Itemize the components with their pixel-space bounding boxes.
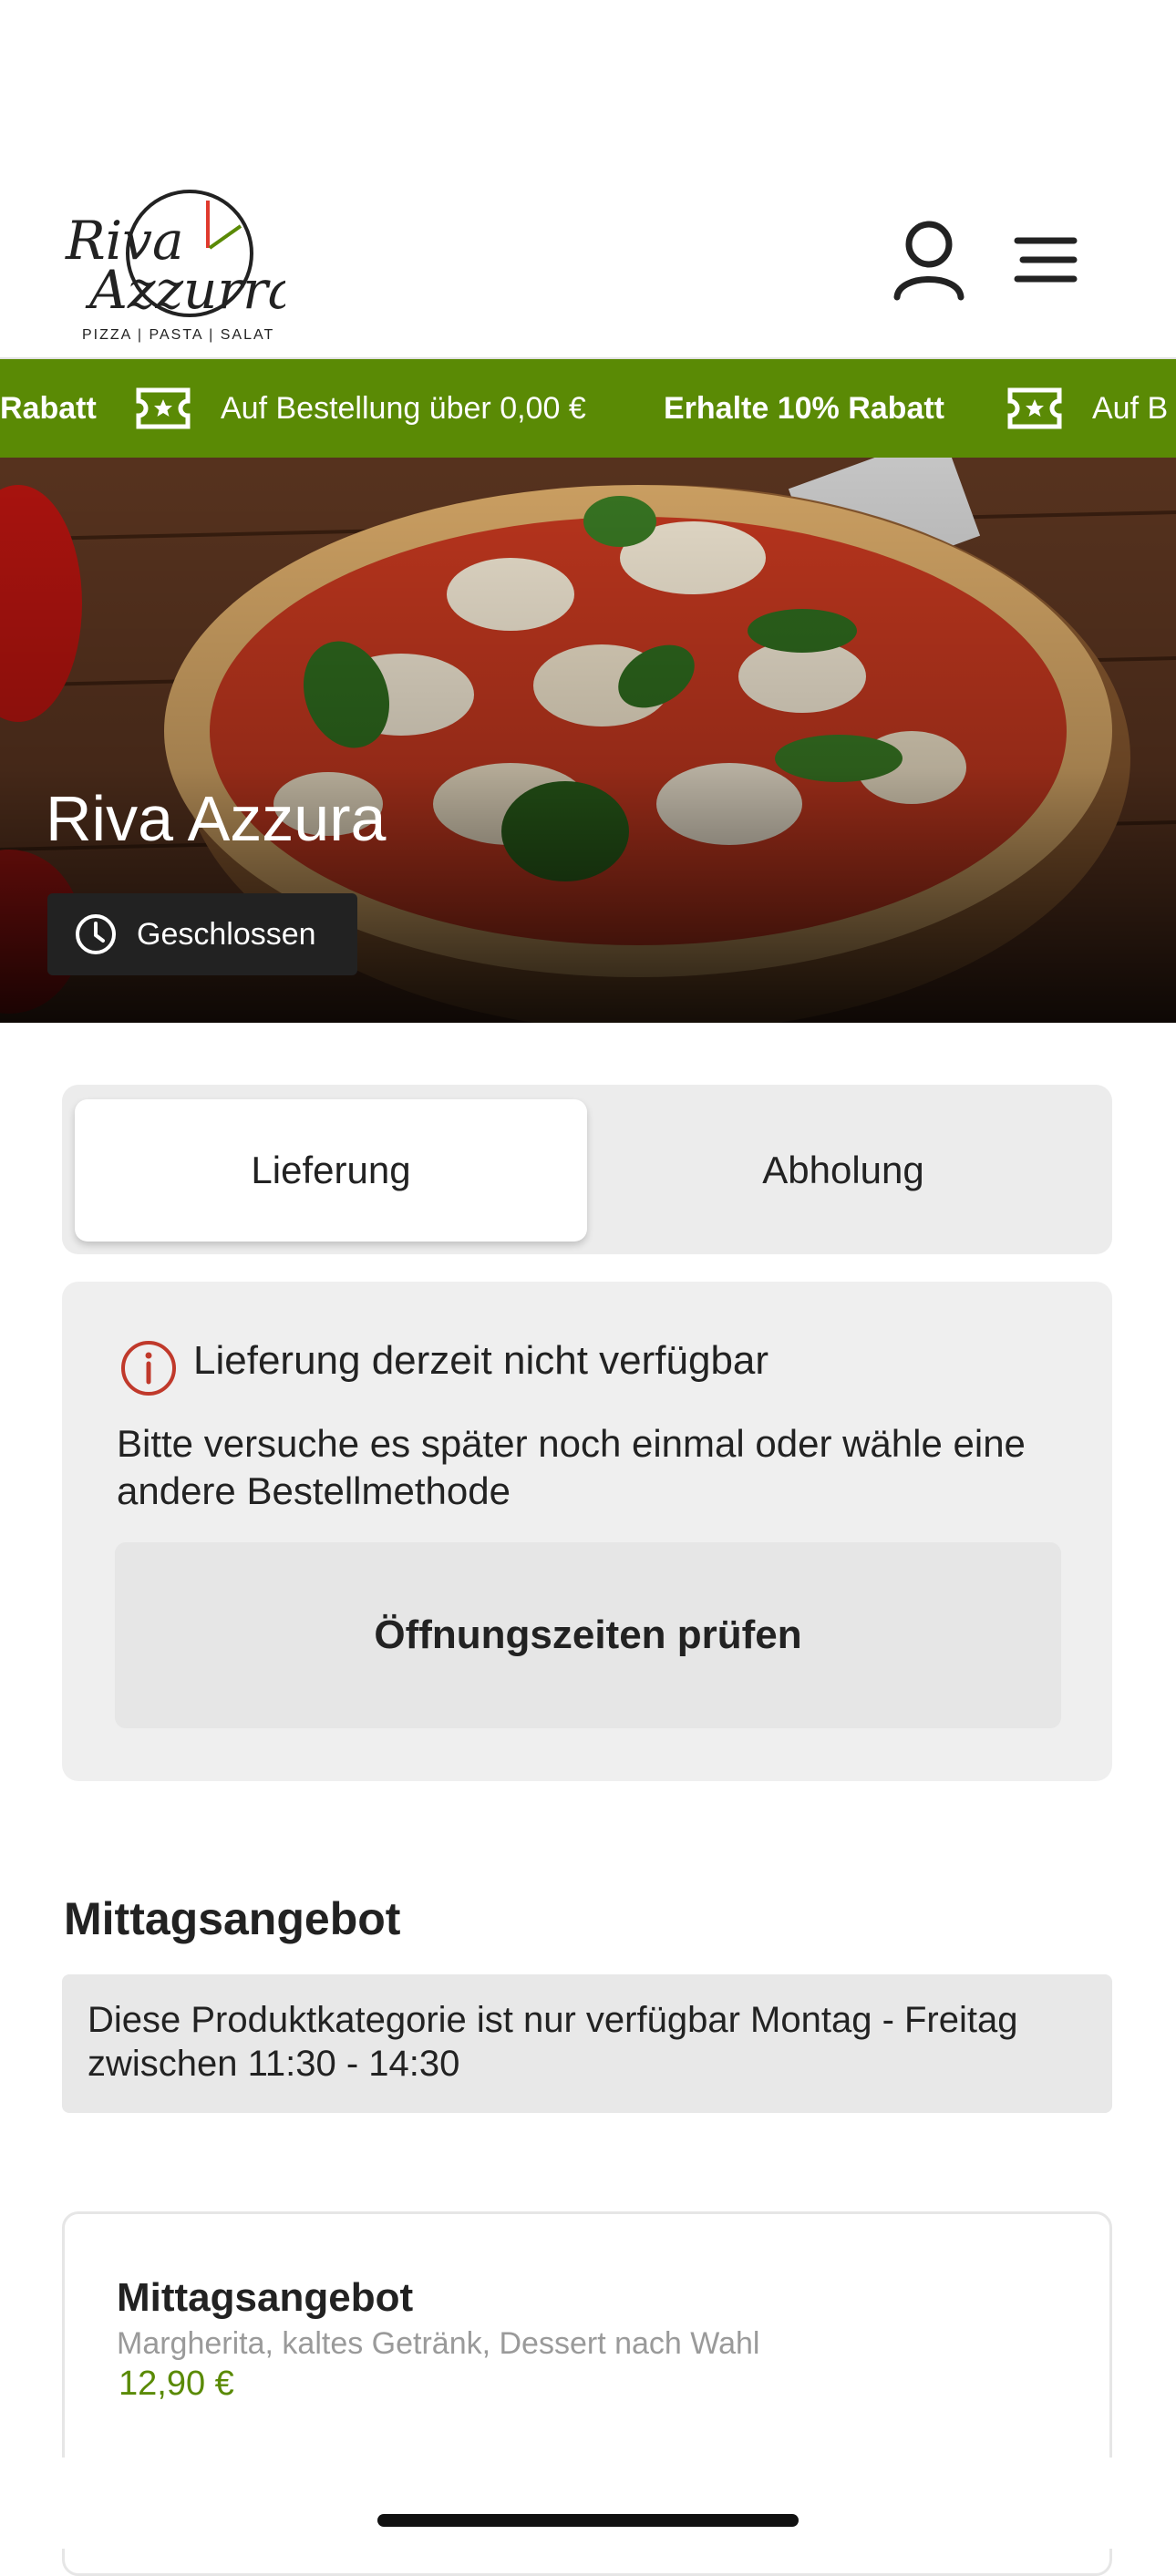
order-mode-toggle: Lieferung Abholung xyxy=(62,1085,1112,1254)
tab-delivery[interactable]: Lieferung xyxy=(75,1099,587,1242)
ticket-icon xyxy=(136,387,191,429)
product-description: Margherita, kaltes Getränk, Dessert nach… xyxy=(117,2326,760,2361)
clock-icon xyxy=(76,914,116,954)
ticket-icon xyxy=(1007,387,1062,429)
promo-text: Auf B xyxy=(1092,391,1169,426)
promo-text: Auf Bestellung über 0,00 € xyxy=(221,391,586,426)
category-title: Mittagsangebot xyxy=(64,1893,401,1944)
status-label: Geschlossen xyxy=(137,917,316,952)
status-badge: Geschlossen xyxy=(47,893,357,975)
brand-logo[interactable]: Riva Azzurra PIZZA | PASTA | SALAT xyxy=(62,182,285,345)
restaurant-name: Riva Azzura xyxy=(46,783,387,854)
category-availability-info: Diese Produktkategorie ist nur verfügbar… xyxy=(62,1974,1112,2113)
check-opening-hours-button[interactable]: Öffnungszeiten prüfen xyxy=(115,1542,1061,1728)
svg-text:Azzurra: Azzurra xyxy=(85,259,285,321)
product-name: Mittagsangebot xyxy=(117,2275,414,2320)
app-header: Riva Azzurra PIZZA | PASTA | SALAT xyxy=(0,0,1176,359)
home-indicator[interactable] xyxy=(377,2514,799,2527)
user-account-icon[interactable] xyxy=(892,219,966,301)
product-price: 12,90 € xyxy=(119,2365,234,2403)
notice-text: Bitte versuche es später noch einmal ode… xyxy=(117,1422,1026,1512)
promo-text: Rabatt xyxy=(0,391,97,426)
svg-text:PIZZA | PASTA | SALAT: PIZZA | PASTA | SALAT xyxy=(82,327,274,343)
hamburger-menu-icon[interactable] xyxy=(1014,233,1078,286)
category-availability-text: Diese Produktkategorie ist nur verfügbar… xyxy=(88,2000,1018,2084)
promo-text: Erhalte 10% Rabatt xyxy=(664,391,944,426)
alert-info-icon xyxy=(121,1341,176,1396)
notice-title: Lieferung derzeit nicht verfügbar xyxy=(193,1338,769,1383)
tab-pickup[interactable]: Abholung xyxy=(587,1099,1099,1242)
bottom-safe-area xyxy=(0,2458,1176,2549)
promo-marquee: Rabatt Auf Bestellung über 0,00 € Erhalt… xyxy=(0,359,1176,458)
